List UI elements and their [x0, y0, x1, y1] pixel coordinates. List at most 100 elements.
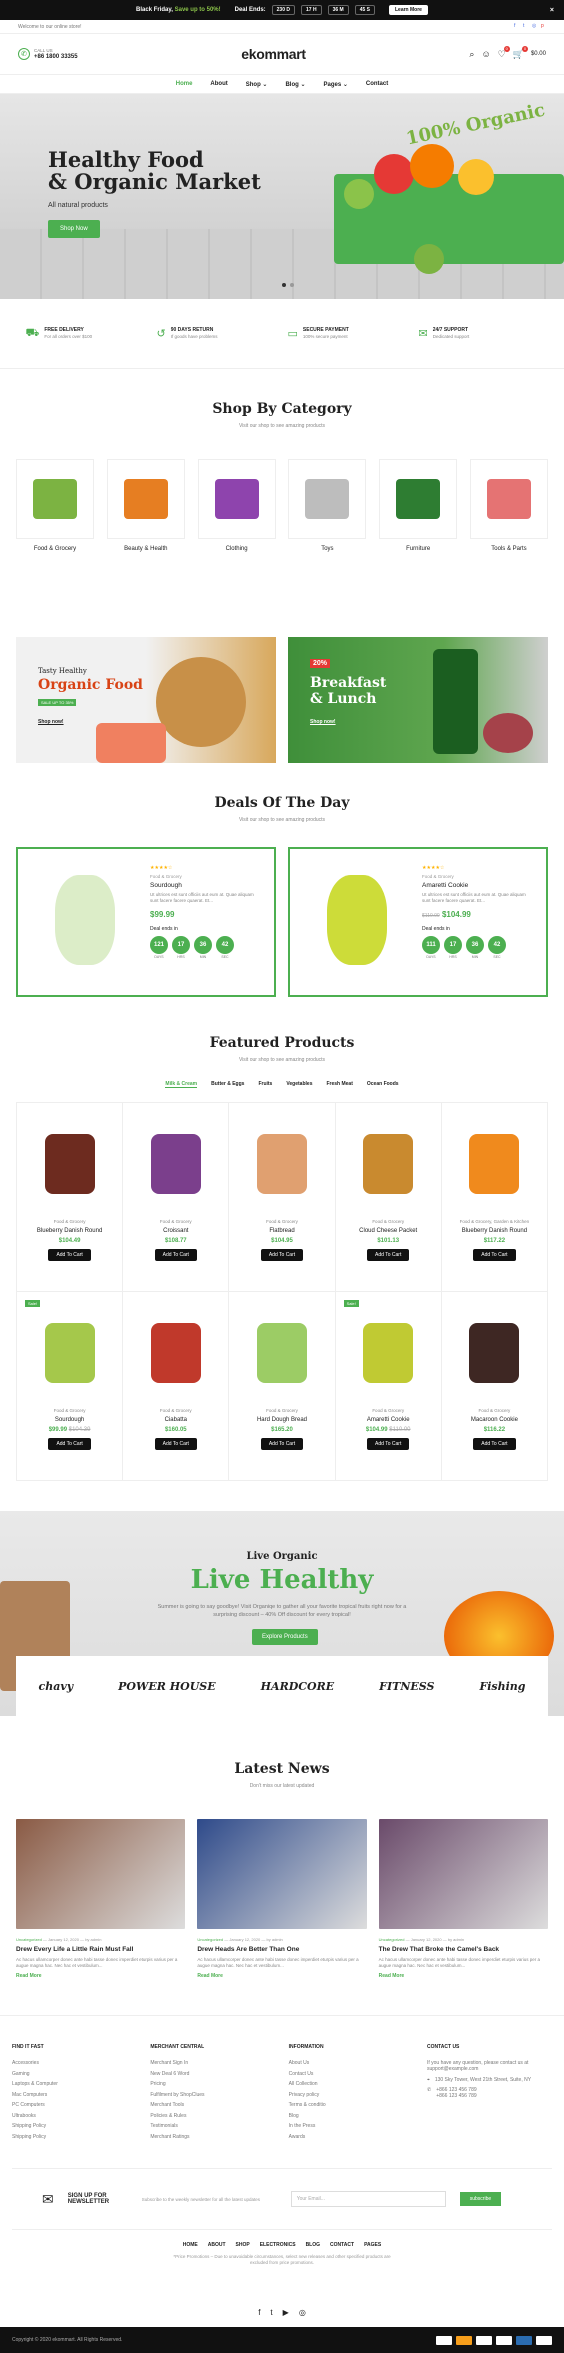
add-to-cart-button[interactable]: Add To Cart [260, 1438, 304, 1450]
category-label[interactable]: Furniture [379, 546, 457, 552]
news-author[interactable]: by admin [85, 1937, 101, 1942]
product-card[interactable]: Food & Grocery Hard Dough Bread $165.20 Add… [229, 1292, 336, 1481]
news-author[interactable]: by admin [267, 1937, 283, 1942]
nav-shop[interactable]: Shop ⌄ [246, 81, 268, 88]
category-label[interactable]: Toys [288, 546, 366, 552]
product-card[interactable]: Food & Grocery Croissant $108.77 Add To Car… [123, 1103, 230, 1292]
footer-link[interactable]: Awards [289, 2134, 414, 2140]
add-to-cart-button[interactable]: Add To Cart [48, 1249, 91, 1261]
tab-vegetables[interactable]: Vegetables [286, 1081, 312, 1088]
category-label[interactable]: Tools & Parts [470, 546, 548, 552]
product-image[interactable] [27, 1119, 112, 1209]
subscribe-button[interactable]: subscribe [459, 2192, 502, 2206]
product-category[interactable]: Food & Grocery [452, 1408, 537, 1413]
product-card[interactable]: Food & Grocery Ciabatta $160.05 Add To Cart [123, 1292, 230, 1481]
footer-link[interactable]: In the Press [289, 2123, 414, 2129]
youtube-icon[interactable]: ▶ [283, 2308, 289, 2317]
footer-link[interactable]: Merchant Ratings [150, 2134, 275, 2140]
promo-shop-link[interactable]: Shop now! [38, 719, 64, 725]
instagram-icon[interactable]: ◎ [299, 2308, 306, 2317]
footer-link[interactable]: Accessories [12, 2060, 137, 2066]
tab-ocean-foods[interactable]: Ocean Foods [367, 1081, 399, 1088]
category-card[interactable]: Furniture [379, 459, 458, 552]
footer-link[interactable]: Laptops & Computer [12, 2081, 137, 2087]
category-card[interactable]: Tools & Parts [469, 459, 548, 552]
footer-link[interactable]: Terms & conditio [289, 2102, 414, 2108]
footer-link[interactable]: New Deal 6 Word [150, 2071, 275, 2077]
product-image[interactable] [133, 1308, 218, 1398]
footer-nav-link[interactable]: ELECTRONICS [260, 2242, 296, 2248]
footer-link[interactable]: Mac Computers [12, 2092, 137, 2098]
product-category[interactable]: Food & Grocery [27, 1219, 112, 1224]
category-image-box[interactable] [379, 459, 458, 539]
product-name[interactable]: Macaroon Cookie [452, 1417, 537, 1423]
promo-shop-link[interactable]: Shop now! [310, 719, 336, 725]
add-to-cart-button[interactable]: Add To Cart [473, 1249, 516, 1261]
tab-butter-eggs[interactable]: Butter & Eggs [211, 1081, 244, 1088]
nav-home[interactable]: Home [176, 81, 193, 87]
category-card[interactable]: Food & Grocery [16, 459, 94, 552]
product-name[interactable]: Ciabatta [133, 1417, 218, 1423]
news-author[interactable]: by admin [448, 1937, 464, 1942]
category-image-box[interactable] [16, 459, 94, 539]
slider-dot[interactable] [282, 283, 286, 287]
product-card[interactable]: Sale! Food & Grocery Amaretti Cookie $104.9… [335, 1292, 442, 1481]
nav-about[interactable]: About [210, 81, 227, 87]
account-icon[interactable]: ☺ [481, 49, 490, 59]
product-category[interactable]: Food & Grocery [239, 1219, 324, 1224]
add-to-cart-button[interactable]: Add To Cart [154, 1438, 197, 1450]
cart-total[interactable]: $0.00 [531, 51, 546, 57]
product-name[interactable]: Hard Dough Bread [239, 1417, 324, 1423]
cart-icon[interactable]: 🛒 0 [513, 45, 528, 60]
product-category[interactable]: Food & Grocery [27, 1408, 112, 1413]
product-image[interactable] [27, 1308, 112, 1398]
category-label[interactable]: Beauty & Health [107, 546, 185, 552]
footer-nav-link[interactable]: ABOUT [208, 2242, 226, 2248]
instagram-icon[interactable]: ◎ [532, 24, 537, 29]
close-icon[interactable]: × [550, 7, 554, 14]
add-to-cart-button[interactable]: Add To Cart [260, 1249, 304, 1261]
footer-link[interactable]: Merchant Tools [150, 2102, 275, 2108]
add-to-cart-button[interactable]: Add To Cart [48, 1438, 91, 1450]
product-image[interactable] [239, 1119, 324, 1209]
footer-link[interactable]: Testimonials [150, 2123, 275, 2129]
add-to-cart-button[interactable]: Add To Cart [367, 1249, 410, 1261]
product-image[interactable] [346, 1308, 431, 1398]
slider-dot[interactable] [290, 283, 294, 287]
footer-nav-link[interactable]: BLOG [306, 2242, 320, 2248]
news-title[interactable]: The Drew That Broke the Camel's Back [379, 1946, 548, 1953]
footer-nav-link[interactable]: PAGES [364, 2242, 381, 2248]
brand-logo[interactable]: Fishing [479, 1680, 525, 1693]
nav-blog[interactable]: Blog ⌄ [285, 81, 305, 88]
product-card[interactable]: Sale! Food & Grocery Sourdough $99.99 $104.… [17, 1292, 124, 1481]
learn-more-button[interactable]: Learn More [388, 5, 428, 15]
promo-breakfast[interactable]: 20% Breakfast & Lunch Shop now! [288, 637, 548, 763]
tab-milk-cream[interactable]: Milk & Cream [165, 1081, 198, 1088]
deal-product-image[interactable] [302, 865, 412, 975]
news-tag[interactable]: Uncategorized [16, 1937, 42, 1942]
footer-link[interactable]: Privacy policy [289, 2092, 414, 2098]
news-image[interactable] [16, 1819, 186, 1929]
product-image[interactable] [239, 1308, 324, 1398]
brand-logo[interactable]: FITNESS [379, 1680, 434, 1693]
footer-link[interactable]: Gaming [12, 2071, 137, 2077]
add-to-cart-button[interactable]: Add To Cart [367, 1438, 410, 1450]
nav-pages[interactable]: Pages ⌄ [324, 81, 348, 88]
footer-link[interactable]: Shipping Policy [12, 2134, 137, 2140]
promo-organic-food[interactable]: Tasty Healthy Organic Food SALE UP TO 35… [16, 637, 276, 763]
deal-product-image[interactable] [30, 865, 140, 975]
category-image-box[interactable] [106, 459, 185, 539]
search-icon[interactable]: ⌕ [469, 49, 474, 60]
read-more-link[interactable]: Read More [379, 1973, 548, 1979]
news-title[interactable]: Drew Every Life a Little Rain Must Fall [16, 1946, 185, 1953]
product-category[interactable]: Food & Grocery [133, 1408, 218, 1413]
product-card[interactable]: Food & Grocery Macaroon Cookie $116.22 Add … [441, 1292, 548, 1481]
footer-nav-link[interactable]: SHOP [236, 2242, 250, 2248]
product-name[interactable]: Blueberry Danish Round [452, 1228, 537, 1234]
product-category[interactable]: Food & Grocery [346, 1219, 431, 1224]
footer-link[interactable]: Blog [289, 2113, 414, 2119]
product-category[interactable]: Food & Grocery [239, 1408, 324, 1413]
email-field[interactable]: Your Email... [290, 2191, 446, 2207]
wishlist-icon[interactable]: ♡ 0 [498, 45, 510, 60]
tab-fruits[interactable]: Fruits [258, 1081, 272, 1088]
